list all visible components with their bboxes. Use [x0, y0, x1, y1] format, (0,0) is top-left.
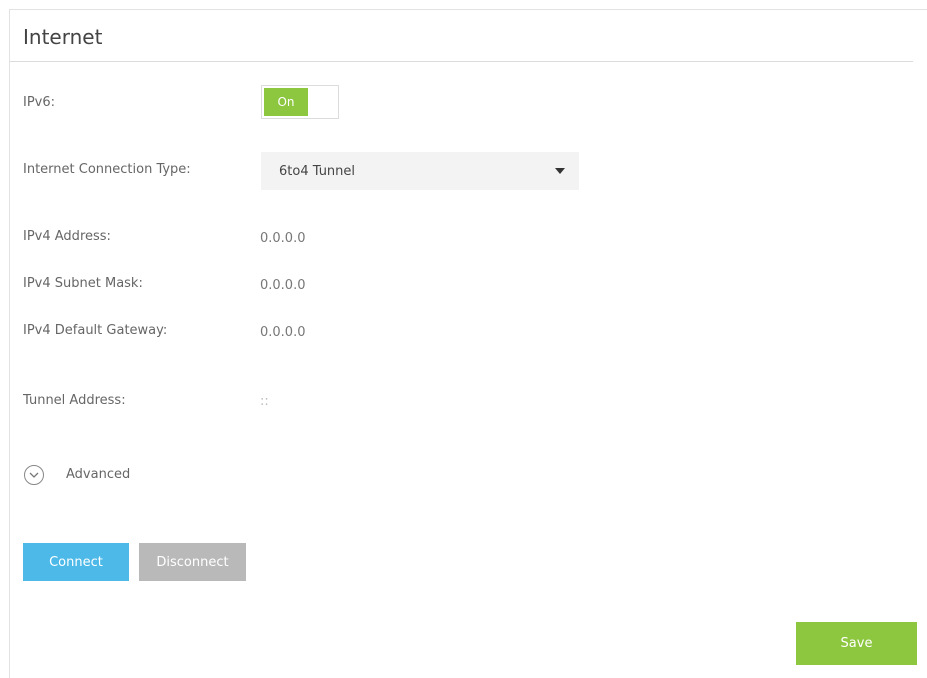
- save-button[interactable]: Save: [796, 622, 917, 665]
- caret-down-icon: [555, 168, 565, 174]
- tunnel-address-value: ::: [260, 394, 269, 409]
- ipv4-default-gateway-label: IPv4 Default Gateway:: [23, 323, 168, 338]
- connection-type-select[interactable]: 6to4 Tunnel: [261, 152, 579, 190]
- ipv6-toggle[interactable]: On: [261, 85, 339, 119]
- tunnel-address-label: Tunnel Address:: [23, 393, 126, 408]
- connection-type-value: 6to4 Tunnel: [279, 163, 356, 179]
- advanced-toggle-label[interactable]: Advanced: [66, 467, 130, 482]
- disconnect-button[interactable]: Disconnect: [139, 543, 246, 581]
- title-divider: [10, 61, 913, 62]
- chevron-down-circle-icon[interactable]: [24, 465, 44, 485]
- connection-type-label: Internet Connection Type:: [23, 162, 191, 177]
- ipv4-address-label: IPv4 Address:: [23, 229, 111, 244]
- ipv4-address-value: 0.0.0.0: [260, 231, 306, 246]
- section-title: Internet: [23, 25, 103, 49]
- ipv6-toggle-on-label: On: [264, 88, 308, 116]
- ipv6-label: IPv6:: [23, 95, 56, 110]
- ipv4-subnet-mask-value: 0.0.0.0: [260, 278, 306, 293]
- connect-button[interactable]: Connect: [23, 543, 129, 581]
- ipv4-default-gateway-value: 0.0.0.0: [260, 325, 306, 340]
- ipv4-subnet-mask-label: IPv4 Subnet Mask:: [23, 276, 143, 291]
- internet-panel: Internet IPv6: On Internet Connection Ty…: [9, 9, 927, 678]
